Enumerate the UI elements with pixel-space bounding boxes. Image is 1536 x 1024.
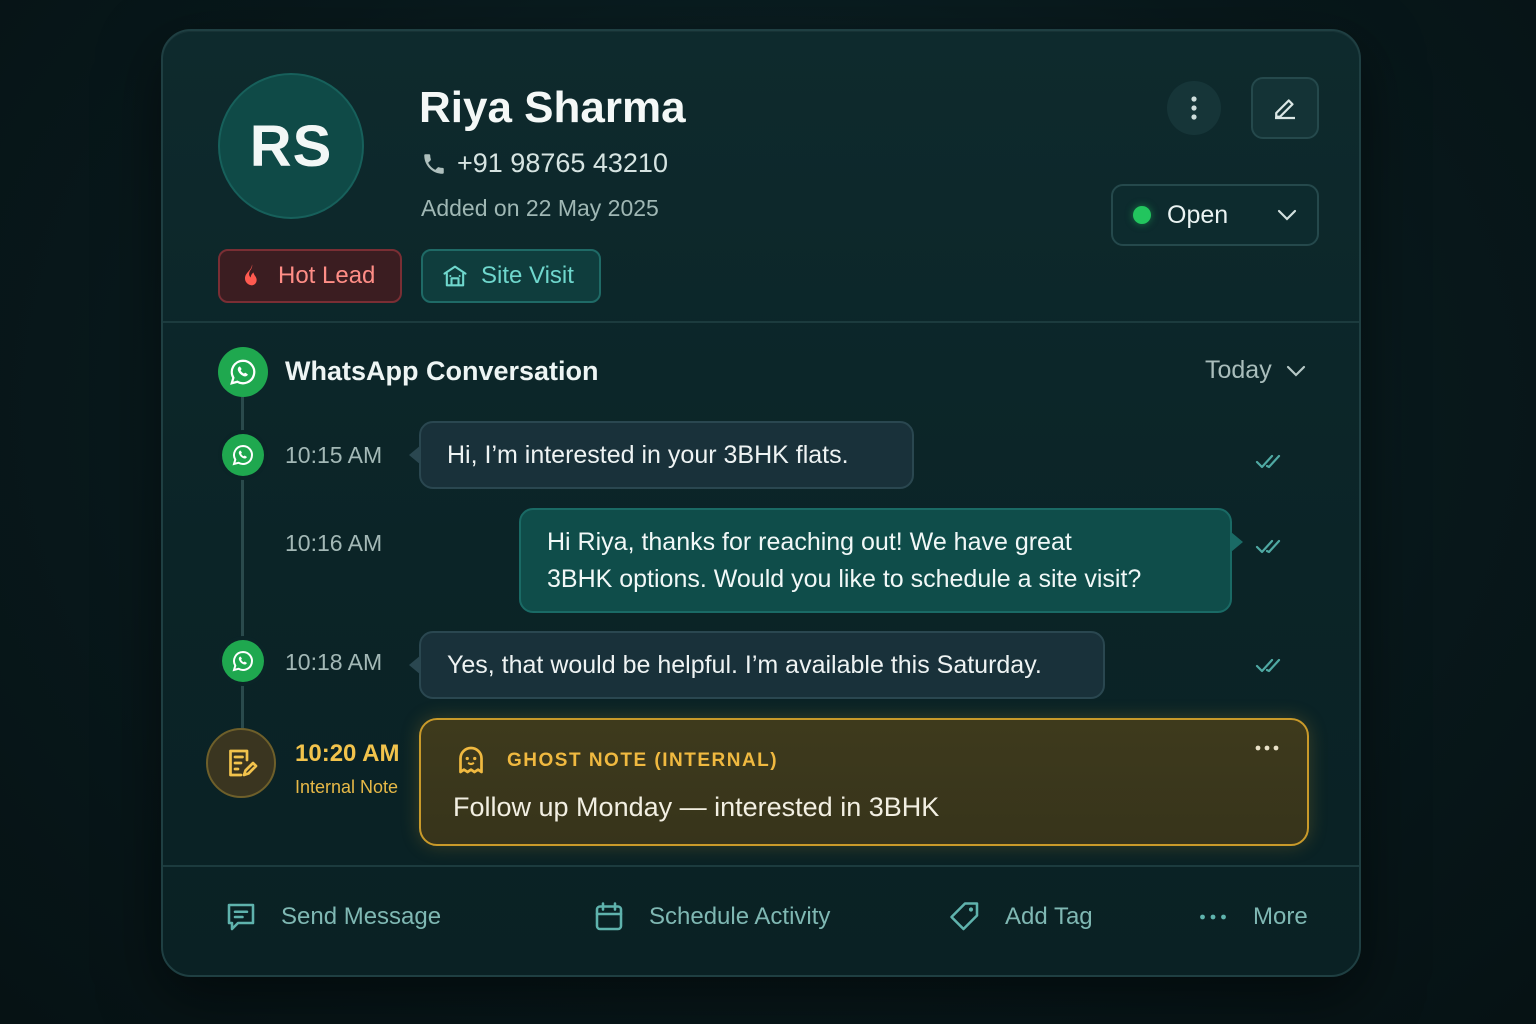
message-time: 10:18 AM	[285, 649, 383, 675]
phone-icon	[424, 153, 444, 174]
tag-hot-lead[interactable]: Hot Lead	[218, 249, 402, 303]
schedule-activity-button[interactable]: Schedule Activity	[591, 899, 830, 935]
building-icon	[443, 265, 467, 287]
calendar-icon	[595, 902, 623, 931]
send-message-label: Send Message	[281, 903, 442, 930]
ghost-icon	[459, 746, 483, 774]
header-divider	[163, 321, 1359, 323]
tag-site-label: Site Visit	[481, 262, 574, 289]
whatsapp-icon	[218, 347, 268, 397]
fire-icon	[245, 264, 257, 286]
date-filter-dropdown[interactable]: Today	[1205, 356, 1306, 385]
tag-site-visit[interactable]: Site Visit	[421, 249, 601, 303]
note-type-label: Internal Note	[295, 777, 399, 797]
more-actions-button[interactable]: More	[1195, 899, 1308, 935]
read-ticks-icon	[1255, 454, 1281, 469]
message-bubble-incoming[interactable]: Hi, I’m interested in your 3BHK flats.	[409, 421, 914, 489]
add-tag-button[interactable]: Add Tag	[947, 899, 1093, 935]
date-filter-label: Today	[1205, 356, 1272, 384]
ghost-note-card[interactable]: GHOST NOTE (INTERNAL) Follow up Monday —…	[419, 718, 1309, 846]
message-text-line1: Hi Riya, thanks for reaching out! We hav…	[547, 527, 1072, 556]
edit-button[interactable]	[1251, 77, 1319, 139]
note-label: GHOST NOTE (INTERNAL)	[507, 750, 779, 771]
more-actions-label: More	[1253, 903, 1308, 930]
note-time: 10:20 AM	[295, 740, 400, 767]
status-dropdown[interactable]: Open	[1111, 184, 1319, 246]
avatar: RS	[218, 73, 364, 219]
pencil-icon	[1275, 99, 1295, 120]
more-options-button[interactable]	[1167, 81, 1221, 135]
whatsapp-icon	[222, 640, 264, 682]
contact-phone[interactable]: +91 98765 43210	[421, 148, 668, 179]
more-horizontal-icon	[1200, 914, 1226, 920]
conversation-title: WhatsApp Conversation	[285, 356, 599, 386]
added-date: Added on 22 May 2025	[421, 195, 659, 221]
note-edit-icon	[206, 728, 276, 798]
message-text: Yes, that would be helpful. I’m availabl…	[447, 650, 1042, 679]
message-bubble-outgoing[interactable]: Hi Riya, thanks for reaching out! We hav…	[519, 508, 1243, 613]
message-icon	[227, 903, 255, 931]
read-ticks-icon	[1255, 658, 1281, 673]
message-bubble-incoming[interactable]: Yes, that would be helpful. I’m availabl…	[409, 631, 1105, 699]
add-tag-label: Add Tag	[1005, 903, 1093, 930]
note-text: Follow up Monday — interested in 3BHK	[453, 792, 940, 822]
footer-divider	[163, 865, 1359, 867]
chevron-down-icon	[1277, 209, 1297, 221]
more-horizontal-icon[interactable]	[1255, 744, 1279, 752]
schedule-activity-label: Schedule Activity	[649, 903, 831, 930]
more-vertical-icon	[1191, 96, 1197, 120]
message-text-line2: 3BHK options. Would you like to schedule…	[547, 564, 1142, 593]
phone-number: +91 98765 43210	[457, 148, 668, 178]
whatsapp-icon	[222, 434, 264, 476]
message-text: Hi, I’m interested in your 3BHK flats.	[447, 440, 849, 469]
contact-name: Riya Sharma	[419, 83, 686, 132]
read-ticks-icon	[1255, 539, 1281, 554]
status-label: Open	[1167, 200, 1229, 229]
chevron-down-icon	[1286, 365, 1305, 377]
send-message-button[interactable]: Send Message	[223, 899, 441, 935]
message-time: 10:15 AM	[285, 442, 383, 468]
tag-hot-label: Hot Lead	[278, 262, 376, 289]
status-dot	[1133, 206, 1151, 224]
tag-icon	[950, 902, 979, 931]
message-time: 10:16 AM	[285, 530, 383, 556]
contact-card: RS Riya Sharma +91 98765 43210 Added on …	[161, 29, 1361, 977]
